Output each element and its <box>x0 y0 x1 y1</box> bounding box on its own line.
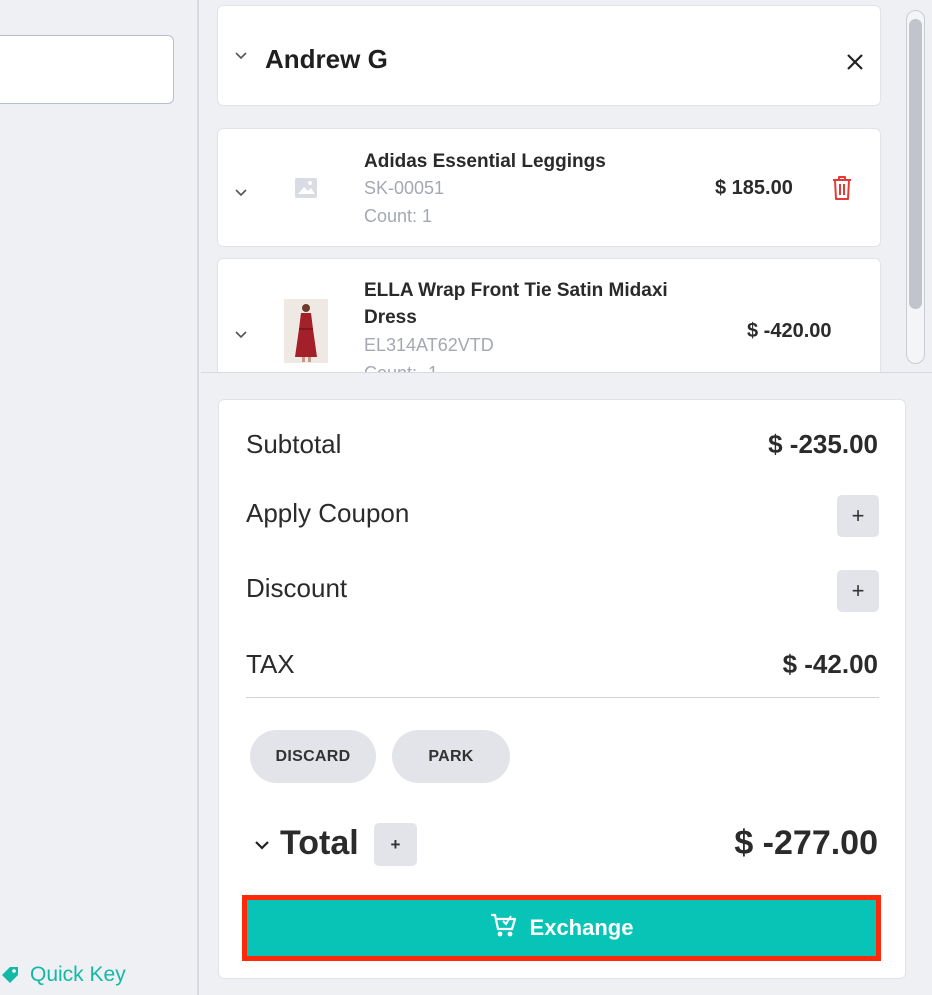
total-add-button[interactable]: + <box>374 823 417 866</box>
item-price: $ -420.00 <box>747 320 832 342</box>
cart-item[interactable]: Adidas Essential Leggings SK-00051 Count… <box>217 128 881 247</box>
image-placeholder-icon <box>294 177 318 204</box>
subtotal-label: Subtotal <box>246 429 342 459</box>
park-button[interactable]: PARK <box>392 730 510 783</box>
left-pane: Quick Key <box>0 0 199 995</box>
apply-coupon-label: Apply Coupon <box>246 498 410 528</box>
discard-button[interactable]: DISCARD <box>250 730 376 783</box>
subtotal-value: $ -235.00 <box>768 429 878 459</box>
customer-card[interactable]: Andrew G <box>217 5 881 106</box>
tag-icon <box>0 965 20 985</box>
order-summary: Subtotal $ -235.00 Apply Coupon + Discou… <box>218 399 906 979</box>
item-count: Count: 1 <box>364 206 433 226</box>
tax-value: $ -42.00 <box>782 649 878 679</box>
quick-key-button[interactable]: Quick Key <box>0 963 126 987</box>
item-sku: EL314AT62VTD <box>364 335 494 355</box>
chevron-down-icon[interactable] <box>234 48 248 66</box>
customer-name: Andrew G <box>265 44 388 74</box>
item-name: Adidas Essential Leggings <box>364 151 606 172</box>
close-icon[interactable] <box>845 52 865 77</box>
dress-thumbnail <box>284 299 328 363</box>
add-discount-button[interactable]: + <box>837 570 879 612</box>
item-price: $ 185.00 <box>715 177 793 199</box>
cart-items-panel: Andrew G Adidas Essential Leggings SK-00… <box>201 0 932 373</box>
chevron-down-icon[interactable] <box>234 327 248 345</box>
scrollbar-thumb[interactable] <box>909 19 922 309</box>
discount-label: Discount <box>246 573 348 603</box>
item-count: Count: -1 <box>364 363 439 373</box>
scrollbar[interactable] <box>906 10 925 364</box>
trash-icon[interactable] <box>831 175 853 206</box>
search-input[interactable] <box>0 35 174 104</box>
apply-coupon-button[interactable]: + <box>837 495 879 537</box>
cart-icon <box>490 912 518 944</box>
quick-key-label: Quick Key <box>30 963 126 986</box>
chevron-down-icon[interactable] <box>254 838 270 856</box>
exchange-label: Exchange <box>529 915 634 940</box>
divider <box>246 697 879 698</box>
cart-item[interactable]: ELLA Wrap Front Tie Satin Midaxi Dress E… <box>217 258 881 373</box>
chevron-down-icon[interactable] <box>234 185 248 203</box>
total-value: $ -277.00 <box>734 824 878 862</box>
exchange-button[interactable]: Exchange <box>242 895 881 961</box>
total-label: Total <box>280 824 359 862</box>
tax-label: TAX <box>246 649 295 679</box>
item-sku: SK-00051 <box>364 178 445 198</box>
item-name: ELLA Wrap Front Tie Satin Midaxi Dress <box>364 280 668 328</box>
